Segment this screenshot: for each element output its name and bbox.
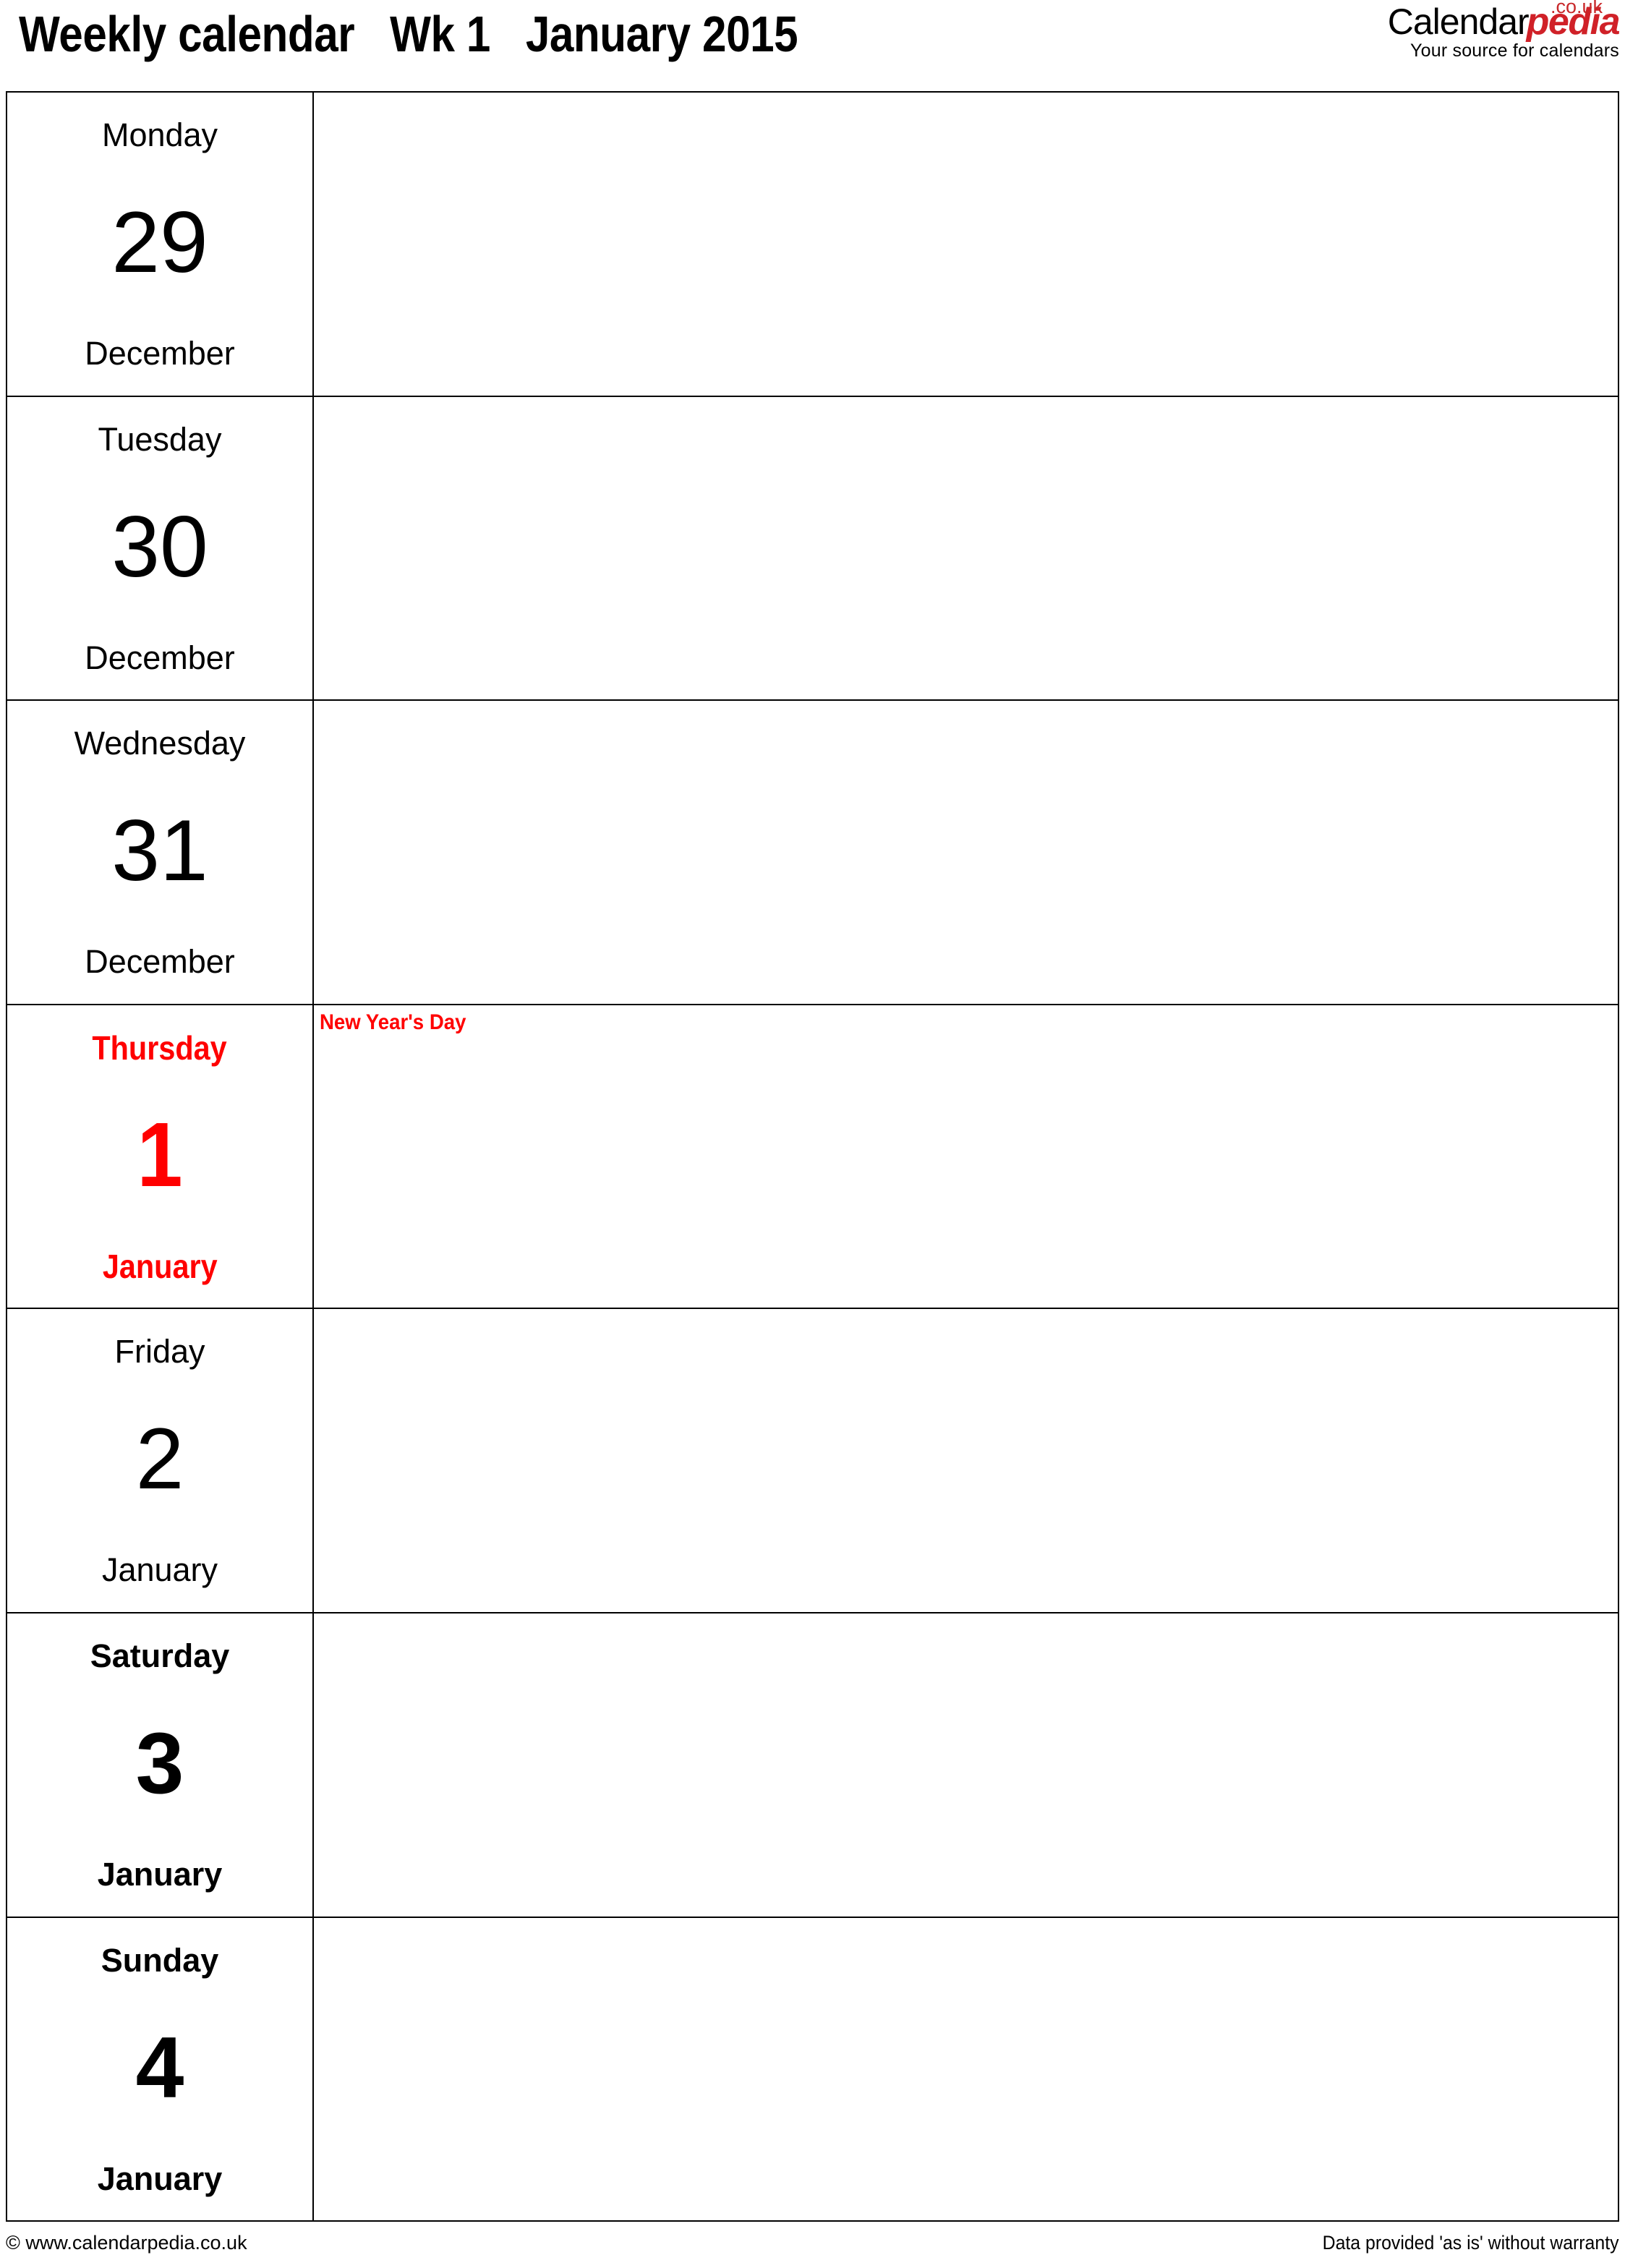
notes-area-tuesday[interactable] xyxy=(312,395,1619,702)
day-number: 30 xyxy=(111,498,208,595)
calendar-row-monday: Monday 29 December xyxy=(6,91,1619,397)
day-name: Wednesday xyxy=(74,725,246,762)
day-label-thursday: Thursday 1 January xyxy=(7,1005,312,1306)
month-name: January xyxy=(97,2160,223,2197)
day-number: 3 xyxy=(135,1714,184,1812)
day-cell-friday[interactable]: Friday 2 January xyxy=(6,1308,314,1613)
weekly-calendar-page: Weekly calendar Wk 1 January 2015 Calend… xyxy=(0,0,1625,2268)
month-name: January xyxy=(101,1551,218,1589)
footer-disclaimer: Data provided 'as is' without warranty xyxy=(1323,2232,1619,2254)
page-footer: © www.calendarpedia.co.uk Data provided … xyxy=(0,2226,1625,2268)
day-name: Sunday xyxy=(101,1941,219,1979)
day-name: Thursday xyxy=(92,1028,228,1067)
notes-area-friday[interactable] xyxy=(312,1308,1619,1613)
day-number: 4 xyxy=(135,2018,184,2116)
events-list: New Year's Day xyxy=(314,1005,1618,1036)
holiday-event-label: New Year's Day xyxy=(320,1010,466,1034)
events-list xyxy=(314,93,1618,97)
day-number: 1 xyxy=(137,1103,183,1206)
day-name: Friday xyxy=(114,1333,205,1370)
events-list xyxy=(314,701,1618,705)
calendar-row-friday: Friday 2 January xyxy=(6,1308,1619,1613)
month-name: January xyxy=(102,1247,218,1285)
month-name: January xyxy=(97,1855,223,1893)
day-cell-wednesday[interactable]: Wednesday 31 December xyxy=(6,699,314,1005)
day-label-friday: Friday 2 January xyxy=(7,1309,312,1610)
footer-copyright: © www.calendarpedia.co.uk xyxy=(6,2232,247,2254)
notes-area-saturday[interactable] xyxy=(312,1611,1619,1918)
notes-area-monday[interactable] xyxy=(312,91,1619,397)
calendar-row-wednesday: Wednesday 31 December xyxy=(6,699,1619,1005)
day-name: Tuesday xyxy=(98,420,222,458)
day-label-sunday: Sunday 4 January xyxy=(7,1918,312,2219)
day-cell-monday[interactable]: Monday 29 December xyxy=(6,91,314,397)
day-label-monday: Monday 29 December xyxy=(7,93,312,393)
day-cell-saturday[interactable]: Saturday 3 January xyxy=(6,1611,314,1918)
events-list xyxy=(314,397,1618,401)
events-list xyxy=(314,1613,1618,1618)
page-title: Weekly calendar Wk 1 January 2015 xyxy=(19,6,798,62)
month-name: December xyxy=(85,943,235,981)
calendar-row-tuesday: Tuesday 30 December xyxy=(6,395,1619,702)
day-cell-tuesday[interactable]: Tuesday 30 December xyxy=(6,395,314,702)
day-cell-thursday[interactable]: Thursday 1 January xyxy=(6,1003,314,1310)
logo-brand-first: Calendar xyxy=(1387,1,1530,42)
logo-wordmark: Calendarpedia .co.uk xyxy=(1330,0,1621,42)
calendar-row-sunday: Sunday 4 January xyxy=(6,1916,1619,2222)
notes-area-thursday[interactable]: New Year's Day xyxy=(312,1003,1619,1310)
calendar-row-saturday: Saturday 3 January xyxy=(6,1611,1619,1918)
calendar-row-thursday: Thursday 1 January New Year's Day xyxy=(6,1003,1619,1310)
weekly-calendar-table: Monday 29 December Tuesday 30 December W… xyxy=(6,91,1619,2222)
month-name: December xyxy=(85,335,235,372)
logo-tld: .co.uk xyxy=(1550,0,1603,17)
notes-area-wednesday[interactable] xyxy=(312,699,1619,1005)
events-list xyxy=(314,1309,1618,1313)
day-number: 31 xyxy=(111,802,208,900)
day-number: 2 xyxy=(135,1410,184,1508)
day-label-tuesday: Tuesday 30 December xyxy=(7,397,312,698)
events-list xyxy=(314,1918,1618,1922)
day-name: Saturday xyxy=(90,1637,230,1674)
calendarpedia-logo: Calendarpedia .co.uk Your source for cal… xyxy=(1330,0,1621,72)
month-name: December xyxy=(85,639,235,676)
day-name: Monday xyxy=(101,116,218,153)
day-number: 29 xyxy=(111,194,208,291)
page-header: Weekly calendar Wk 1 January 2015 Calend… xyxy=(0,0,1625,85)
logo-tagline: Your source for calendars xyxy=(1410,40,1619,61)
notes-area-sunday[interactable] xyxy=(312,1916,1619,2222)
day-label-saturday: Saturday 3 January xyxy=(7,1613,312,1914)
day-label-wednesday: Wednesday 31 December xyxy=(7,701,312,1002)
day-cell-sunday[interactable]: Sunday 4 January xyxy=(6,1916,314,2222)
